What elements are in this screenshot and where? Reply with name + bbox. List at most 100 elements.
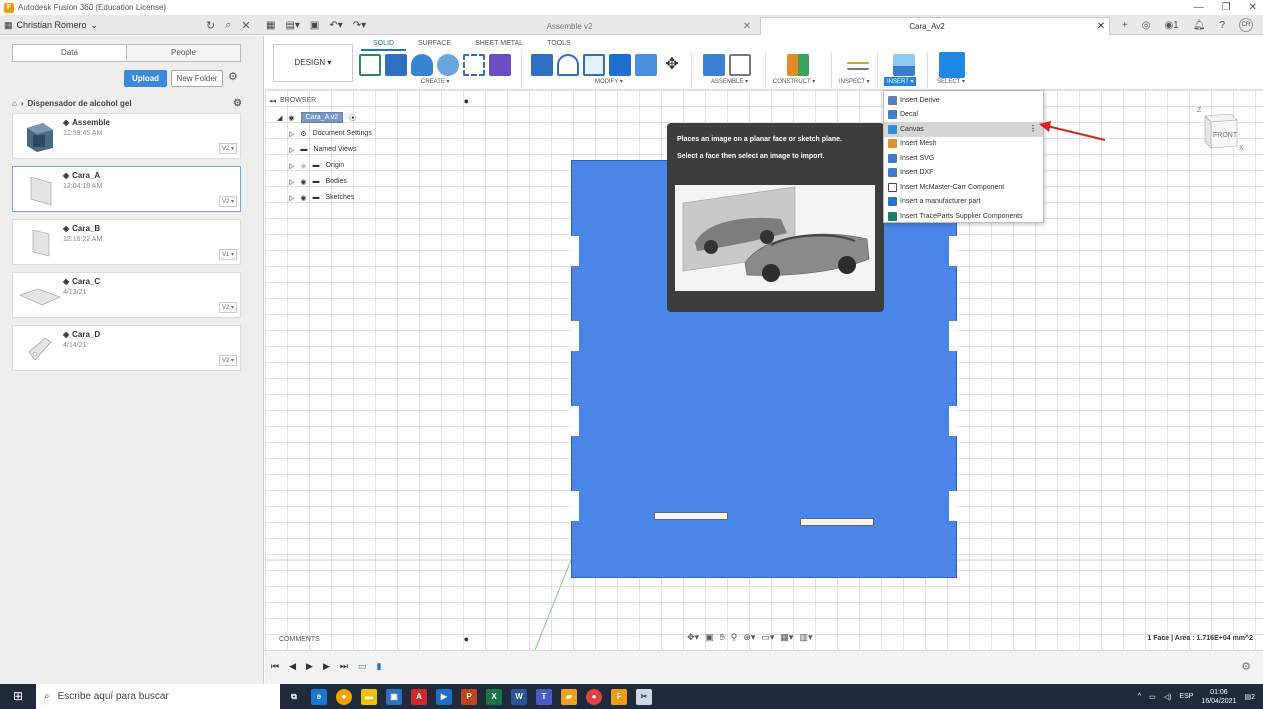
- eye-off-icon[interactable]: ◉: [300, 162, 306, 170]
- expand-arrow-icon[interactable]: ▷: [289, 194, 294, 202]
- menu-item-insert-dxf[interactable]: Insert DXF: [884, 166, 1043, 181]
- create-form-icon[interactable]: [489, 54, 511, 76]
- volume-icon[interactable]: ◁): [1164, 693, 1172, 701]
- add-comment-icon[interactable]: ●: [464, 634, 469, 644]
- joint-icon[interactable]: [729, 54, 751, 76]
- upload-button[interactable]: Upload: [124, 70, 167, 87]
- more-options-icon[interactable]: ⋮: [1029, 124, 1037, 133]
- create-menu[interactable]: CREATE ▾: [421, 78, 450, 85]
- menu-item-insert-mesh[interactable]: Insert Mesh: [884, 137, 1043, 152]
- close-panel-icon[interactable]: ✕: [241, 19, 250, 32]
- job-status-icon[interactable]: ◉1: [1164, 20, 1178, 31]
- root-component[interactable]: Cara_A v2: [300, 112, 344, 123]
- display-settings-icon[interactable]: ▭▾: [761, 632, 774, 643]
- word-icon[interactable]: W: [511, 688, 527, 705]
- extrude-feature-icon[interactable]: ▮: [377, 661, 382, 672]
- new-folder-button[interactable]: New Folder: [171, 70, 223, 87]
- file-icon[interactable]: ▤▾: [285, 20, 299, 31]
- language-indicator[interactable]: ESP: [1179, 693, 1193, 700]
- fusion-360-icon[interactable]: F: [611, 688, 627, 705]
- insert-menu-button[interactable]: INSERT ▾: [884, 77, 917, 86]
- scale-icon[interactable]: [635, 54, 657, 76]
- tab-surface[interactable]: SURFACE: [406, 38, 463, 51]
- save-icon[interactable]: ▣: [310, 20, 319, 31]
- menu-item-traceparts[interactable]: Insert TraceParts Supplier Components: [884, 209, 1043, 224]
- assemble-menu[interactable]: ASSEMBLE ▾: [711, 78, 748, 85]
- construct-menu[interactable]: CONSTRUCT ▾: [773, 78, 815, 85]
- comments-panel[interactable]: COMMENTS ●: [279, 633, 469, 645]
- store-icon[interactable]: ▣: [386, 688, 402, 705]
- pin-icon[interactable]: ●: [464, 96, 469, 106]
- fit-icon[interactable]: ⊕▾: [743, 632, 755, 643]
- go-to-end-icon[interactable]: ⏭: [340, 661, 348, 672]
- select-menu[interactable]: SELECT ▾: [937, 78, 965, 85]
- play-icon[interactable]: ▶: [306, 661, 313, 672]
- view-cube[interactable]: Z FRONT X: [1197, 104, 1244, 152]
- orbit-icon[interactable]: ✥▾: [687, 632, 699, 643]
- fillet-icon[interactable]: [557, 54, 579, 76]
- tab-tools[interactable]: TOOLS: [535, 38, 583, 51]
- move-icon[interactable]: ✥: [661, 54, 683, 76]
- close-window-button[interactable]: ✕: [1249, 0, 1257, 15]
- viewports-icon[interactable]: ▥▾: [799, 632, 812, 643]
- workspace-switcher[interactable]: DESIGN ▾: [273, 44, 353, 82]
- task-view-icon[interactable]: ⧉: [286, 689, 302, 705]
- look-at-icon[interactable]: ▣: [705, 632, 714, 643]
- close-icon[interactable]: ✕: [739, 21, 755, 32]
- eye-icon[interactable]: ◉: [288, 114, 294, 122]
- menu-item-insert-derive[interactable]: Insert Derive: [884, 93, 1043, 108]
- media-icon[interactable]: ▶: [436, 688, 452, 705]
- inspect-menu[interactable]: INSPECT ▾: [839, 78, 870, 85]
- extensions-icon[interactable]: ◎: [1142, 20, 1151, 31]
- press-pull-icon[interactable]: [531, 54, 553, 76]
- project-name[interactable]: Dispensador de alcohol gel: [28, 99, 132, 108]
- file-explorer-icon[interactable]: ▬: [361, 688, 377, 705]
- combine-icon[interactable]: [609, 54, 631, 76]
- windows-start-icon[interactable]: ⊞: [8, 688, 28, 705]
- eye-icon[interactable]: ◉: [300, 194, 306, 202]
- offset-plane-icon[interactable]: [787, 54, 809, 76]
- gear-icon[interactable]: ⚙: [1241, 660, 1251, 673]
- tab-sheet-metal[interactable]: SHEET METAL: [463, 38, 535, 51]
- browser-node-named-views[interactable]: ▷ ▬ Named Views: [289, 143, 356, 156]
- extrude-icon[interactable]: [385, 54, 407, 76]
- search-icon[interactable]: ⌕: [225, 19, 231, 32]
- excel-icon[interactable]: X: [486, 688, 502, 705]
- avatar[interactable]: CR: [1239, 18, 1253, 32]
- acrobat-icon[interactable]: A: [411, 688, 427, 705]
- chevron-up-icon[interactable]: ^: [1138, 693, 1141, 700]
- powerpoint-icon[interactable]: P: [461, 688, 477, 705]
- expand-arrow-icon[interactable]: ▷: [289, 162, 294, 170]
- revolve-icon[interactable]: [411, 54, 433, 76]
- undo-icon[interactable]: ↶▾: [329, 20, 342, 31]
- home-icon[interactable]: ⌂: [12, 99, 17, 108]
- select-icon[interactable]: [939, 52, 965, 78]
- step-forward-icon[interactable]: ▶: [323, 661, 330, 672]
- activate-radio-icon[interactable]: ⦿: [349, 113, 356, 123]
- go-to-start-icon[interactable]: ⏮: [271, 661, 279, 672]
- close-icon[interactable]: ✕: [1093, 21, 1109, 32]
- browser-root[interactable]: ◢ ◉ Cara_A v2 ⦿: [277, 111, 356, 124]
- project-settings-icon[interactable]: ⚙: [233, 98, 242, 109]
- teams-icon[interactable]: T: [536, 688, 552, 705]
- hole-icon[interactable]: [437, 54, 459, 76]
- clock[interactable]: 01:06 16/04/2021: [1201, 688, 1236, 706]
- browser-node-sketches[interactable]: ▷ ◉ ▬ Sketches: [289, 191, 354, 204]
- gear-icon[interactable]: ⚙: [228, 70, 238, 83]
- eye-icon[interactable]: ◉: [300, 178, 306, 186]
- expand-arrow-icon[interactable]: ▷: [289, 130, 294, 138]
- expand-arrow-icon[interactable]: ▷: [289, 146, 294, 154]
- refresh-icon[interactable]: ↻: [206, 19, 215, 32]
- new-tab-icon[interactable]: +: [1122, 20, 1128, 31]
- edge-icon[interactable]: e: [311, 688, 327, 705]
- tab-solid[interactable]: SOLID: [361, 38, 407, 51]
- user-menu[interactable]: ▦ Christian Romero ⌄: [4, 15, 98, 35]
- notification-center-icon[interactable]: ▤2: [1244, 693, 1255, 701]
- menu-item-canvas[interactable]: Canvas ⋮: [884, 122, 1043, 137]
- list-item[interactable]: ◈ Cara_A 12:04:18 AM V2 ▾: [12, 166, 241, 212]
- modify-menu[interactable]: MODIFY ▾: [595, 78, 623, 85]
- step-back-icon[interactable]: ◀: [289, 661, 296, 672]
- version-badge[interactable]: V1 ▾: [218, 249, 237, 260]
- version-badge[interactable]: V2 ▾: [218, 302, 237, 313]
- version-badge[interactable]: V2 ▾: [218, 196, 237, 207]
